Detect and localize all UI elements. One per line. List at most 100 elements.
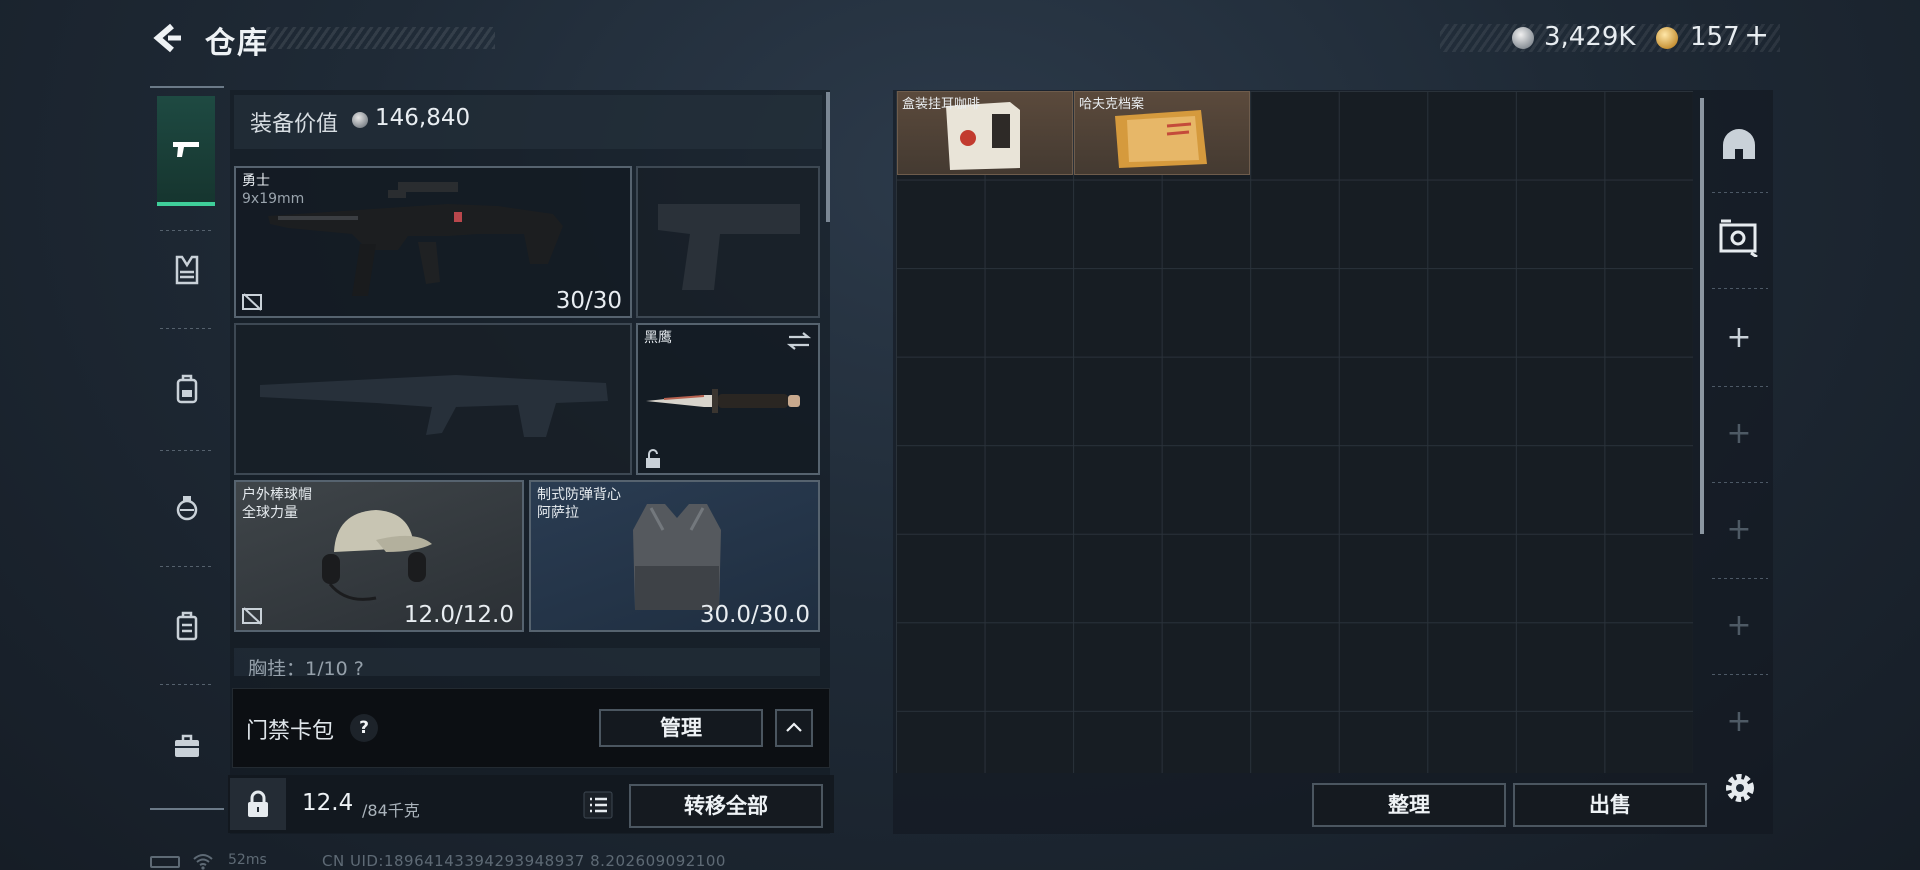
- item-name: 盒装挂耳咖啡: [902, 97, 981, 112]
- grenade-icon: [176, 496, 198, 521]
- case-icon: [176, 611, 198, 641]
- safe-box-icon: [1719, 219, 1758, 257]
- tool-divider: [1712, 674, 1768, 675]
- helmet-durability: 12.0/12.0: [403, 602, 514, 628]
- chest-rig-row[interactable]: 胸挂：1/10 ?: [234, 648, 820, 676]
- list-icon: [583, 791, 613, 819]
- cap-image: [322, 510, 432, 601]
- ammo-count: 30/30: [555, 288, 622, 314]
- ping-readout: 52ms: [228, 852, 267, 868]
- rail-item-chest-rig[interactable]: [150, 214, 224, 326]
- silver-amount: 3,429K: [1544, 22, 1636, 52]
- pistol-slot-empty[interactable]: [636, 166, 820, 318]
- keycard-label: 门禁卡包: [246, 719, 335, 744]
- equipment-value-amount: 146,840: [375, 105, 471, 131]
- storage-item[interactable]: 哈夫克档案: [1074, 91, 1250, 175]
- rail-item-weapons[interactable]: [157, 96, 215, 206]
- collapse-button[interactable]: [775, 709, 813, 747]
- user-uid: CN UID:18964143394293948937 8.2026090921…: [322, 852, 726, 870]
- melee-weapon-name: 黑鹰: [644, 330, 672, 346]
- sell-button[interactable]: 出售: [1513, 783, 1707, 827]
- equipment-scrollbar[interactable]: [826, 92, 830, 222]
- silver-coin-icon: [1512, 27, 1534, 49]
- armor-name: 制式防弹背心: [537, 487, 621, 503]
- add-slot-button[interactable]: +: [1714, 696, 1764, 746]
- backpack-icon: [176, 374, 198, 404]
- tool-divider: [1712, 482, 1768, 483]
- armor-brand: 阿萨拉: [537, 505, 579, 521]
- add-slot-button[interactable]: +: [1714, 600, 1764, 650]
- silver-coin-icon: [352, 112, 368, 128]
- helmet-slot[interactable]: 户外棒球帽 全球力量 12.0/12.0: [234, 480, 524, 632]
- tool-divider: [1712, 578, 1768, 579]
- primary-weapon-caliber: 9x19mm: [242, 191, 305, 207]
- rail-item-backpack[interactable]: [150, 333, 224, 445]
- storage-scrollbar[interactable]: [1700, 98, 1704, 534]
- plus-icon: +: [1726, 607, 1752, 643]
- plus-icon: +: [1726, 703, 1752, 739]
- plus-icon: +: [1726, 319, 1752, 355]
- keycard-help-button[interactable]: ?: [350, 714, 378, 742]
- tool-divider: [1712, 192, 1768, 193]
- helmet-tool-button[interactable]: [1714, 120, 1764, 170]
- tool-divider: [1712, 386, 1768, 387]
- add-slot-button[interactable]: +: [1714, 504, 1764, 554]
- rail-top-divider: [150, 86, 224, 88]
- battery-icon: [150, 856, 180, 868]
- no-insure-icon: [242, 607, 262, 625]
- storage-item[interactable]: 盒装挂耳咖啡: [897, 91, 1073, 175]
- chevron-up-icon: [786, 722, 802, 732]
- add-currency-button[interactable]: +: [1744, 18, 1769, 53]
- transfer-all-button[interactable]: 转移全部: [629, 784, 823, 828]
- weight-current: 12.4: [302, 790, 354, 816]
- page-title: 仓库: [205, 26, 269, 61]
- manage-button[interactable]: 管理: [599, 709, 763, 747]
- plus-icon: +: [1726, 415, 1752, 451]
- chest-rig-icon: [175, 255, 199, 285]
- helmet-name: 户外棒球帽: [242, 487, 312, 503]
- equipment-value-label: 装备价值: [250, 112, 339, 137]
- rifle-silhouette-icon: [260, 375, 608, 437]
- no-insure-icon: [242, 293, 262, 311]
- wifi-icon: [193, 854, 213, 870]
- rail-item-case[interactable]: [150, 570, 224, 682]
- pistol-silhouette-icon: [658, 204, 800, 290]
- lock-icon: [646, 449, 660, 468]
- item-name: 哈夫克档案: [1079, 97, 1145, 112]
- sort-button[interactable]: 整理: [1312, 783, 1506, 827]
- armor-durability: 30.0/30.0: [699, 602, 810, 628]
- gold-amount: 157: [1690, 22, 1740, 52]
- body-armor-slot[interactable]: 制式防弹背心 阿萨拉 30.0/30.0: [529, 480, 820, 632]
- back-arrow-icon[interactable]: [148, 20, 184, 56]
- rail-bottom-divider: [150, 808, 224, 810]
- rail-item-grenade[interactable]: [150, 451, 224, 563]
- add-slot-button[interactable]: +: [1714, 312, 1764, 362]
- helmet-brand: 全球力量: [242, 505, 298, 521]
- toolbox-icon: [175, 734, 199, 757]
- document-folder-image: [1115, 110, 1207, 168]
- title-decoration: [265, 27, 495, 49]
- primary-weapon-slot[interactable]: 勇士 9x19mm 30/30: [234, 166, 632, 318]
- rail-item-toolbox[interactable]: [150, 690, 224, 802]
- weight-max: /84千克: [362, 801, 420, 820]
- lock-icon: [248, 790, 268, 817]
- rail-divider: [160, 328, 214, 329]
- helmet-icon: [1723, 129, 1755, 159]
- safe-box-tool-button[interactable]: [1714, 212, 1764, 262]
- list-view-button[interactable]: [580, 788, 616, 822]
- melee-weapon-slot[interactable]: 黑鹰: [636, 323, 820, 475]
- primary-weapon-name: 勇士: [242, 173, 270, 189]
- gear-icon[interactable]: [1718, 766, 1762, 810]
- chest-rig-label: 胸挂：1/10 ?: [248, 658, 364, 676]
- plus-icon: +: [1726, 511, 1752, 547]
- storage-grid[interactable]: [896, 91, 1693, 773]
- secondary-weapon-slot-empty[interactable]: [234, 323, 632, 475]
- lock-button[interactable]: [230, 778, 286, 830]
- rail-divider: [160, 566, 214, 567]
- rail-divider: [160, 684, 214, 685]
- pistol-icon: [173, 142, 199, 157]
- tool-divider: [1712, 288, 1768, 289]
- knife-image: [646, 389, 800, 413]
- swap-icon[interactable]: [786, 331, 812, 351]
- add-slot-button[interactable]: +: [1714, 408, 1764, 458]
